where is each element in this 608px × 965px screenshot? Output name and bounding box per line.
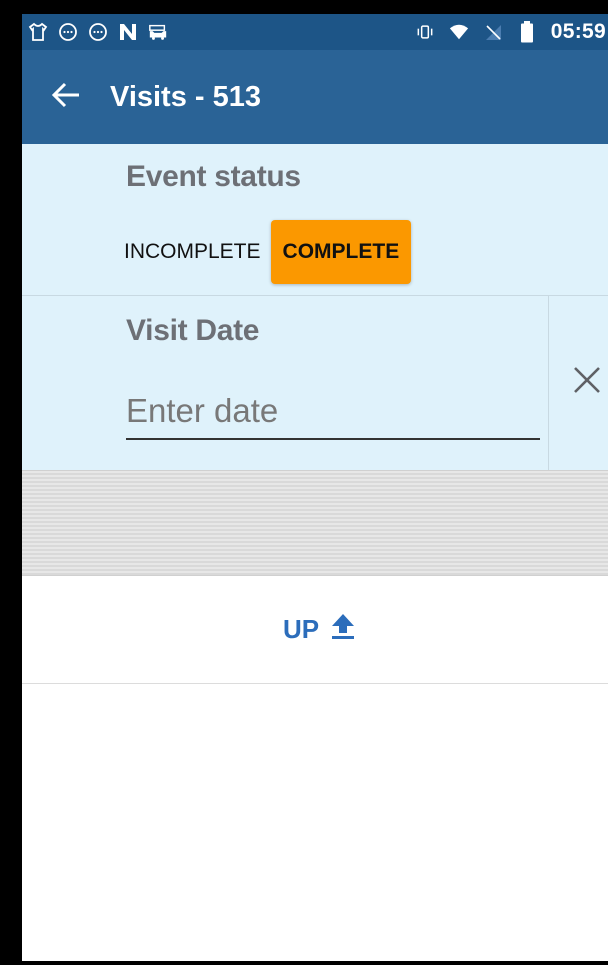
no-sim-icon — [483, 22, 503, 42]
arrow-left-icon — [51, 82, 81, 113]
upload-icon — [329, 612, 357, 647]
status-option-incomplete[interactable]: INCOMPLETE — [118, 220, 267, 284]
close-icon — [571, 364, 603, 401]
status-bar-left — [28, 22, 168, 42]
message-circle-icon — [58, 22, 78, 42]
app-screen: 05:59 Visits - 513 Event status INCOMPLE… — [22, 14, 608, 961]
field-divider — [548, 296, 549, 470]
page-title: Visits - 513 — [110, 80, 262, 113]
visit-date-field: Visit Date — [22, 296, 548, 470]
visit-date-label: Visit Date — [126, 314, 260, 347]
battery-icon — [517, 21, 537, 43]
visit-date-input[interactable] — [126, 384, 540, 440]
status-bar: 05:59 — [22, 14, 608, 50]
message-circle-icon — [88, 22, 108, 42]
up-button[interactable]: UP — [283, 612, 357, 647]
clear-date-button[interactable] — [562, 352, 608, 412]
n-logo-icon — [118, 22, 138, 42]
up-button-label: UP — [282, 614, 320, 644]
wifi-icon — [449, 22, 469, 42]
app-toolbar: Visits - 513 — [22, 50, 608, 144]
event-status-section: Event status INCOMPLETE COMPLETE — [22, 144, 608, 296]
device-frame: 05:59 Visits - 513 Event status INCOMPLE… — [0, 0, 608, 965]
up-button-row: UP — [22, 576, 608, 684]
car-icon — [148, 22, 168, 42]
visit-date-section: Visit Date — [22, 296, 608, 470]
tshirt-icon — [28, 22, 48, 42]
status-time: 05:59 — [550, 20, 606, 43]
event-status-options: INCOMPLETE COMPLETE — [118, 220, 412, 284]
vibrate-icon — [415, 22, 435, 42]
status-option-complete[interactable]: COMPLETE — [270, 220, 412, 284]
back-button[interactable] — [26, 50, 106, 144]
section-separator — [22, 470, 608, 576]
event-status-label: Event status — [126, 160, 301, 193]
status-bar-right: 05:59 — [415, 20, 608, 44]
